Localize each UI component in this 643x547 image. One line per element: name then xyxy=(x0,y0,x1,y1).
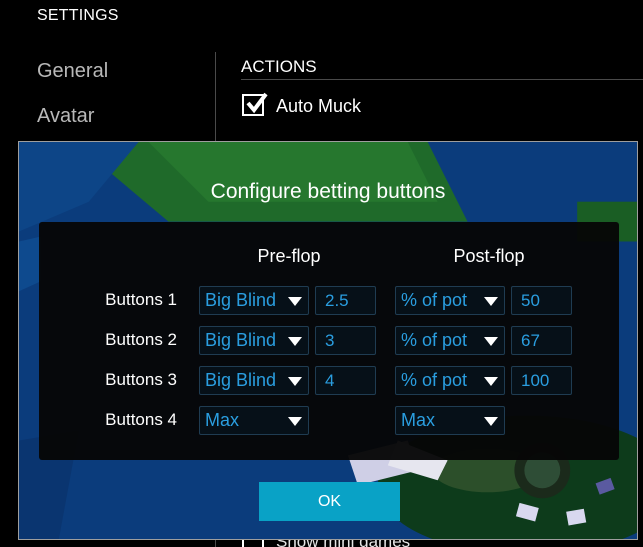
chevron-down-icon xyxy=(288,297,302,306)
select-value: % of pot xyxy=(401,370,468,390)
preflop-header: Pre-flop xyxy=(257,246,321,266)
chevron-down-icon xyxy=(288,337,302,346)
section-rule xyxy=(241,79,643,80)
row-label-buttons-2: Buttons 2 xyxy=(105,330,177,349)
chevron-down-icon xyxy=(484,377,498,386)
auto-muck-label: Auto Muck xyxy=(276,96,362,116)
postflop-type-select-4[interactable]: Max xyxy=(395,406,505,435)
select-value: Max xyxy=(401,410,436,430)
configure-betting-dialog: Configure betting buttons Pre-flop Post-… xyxy=(18,141,638,540)
select-value: Big Blind xyxy=(205,330,277,350)
betting-buttons-panel: Pre-flop Post-flop Buttons 1 Big Blind 2… xyxy=(39,222,619,460)
row-label-buttons-3: Buttons 3 xyxy=(105,370,177,389)
dialog-title: Configure betting buttons xyxy=(210,180,446,203)
preflop-value-input-1[interactable]: 2.5 xyxy=(315,286,376,315)
preflop-type-select-1[interactable]: Big Blind xyxy=(199,286,309,315)
chevron-down-icon xyxy=(484,417,498,426)
preflop-value-input-2[interactable]: 3 xyxy=(315,326,376,355)
preflop-type-select-3[interactable]: Big Blind xyxy=(199,366,309,395)
postflop-header: Post-flop xyxy=(453,246,525,266)
row-label-buttons-1: Buttons 1 xyxy=(105,290,177,309)
postflop-value-input-3[interactable]: 100 xyxy=(511,366,572,395)
auto-muck-checkbox[interactable] xyxy=(242,92,268,116)
preflop-type-select-4[interactable]: Max xyxy=(199,406,309,435)
preflop-value-input-3[interactable]: 4 xyxy=(315,366,376,395)
settings-title: SETTINGS xyxy=(37,7,119,24)
nav-item-general[interactable]: General xyxy=(37,60,108,83)
select-value: Big Blind xyxy=(205,370,277,390)
chevron-down-icon xyxy=(288,377,302,386)
select-value: % of pot xyxy=(401,290,468,310)
postflop-type-select-1[interactable]: % of pot xyxy=(395,286,505,315)
row-label-buttons-4: Buttons 4 xyxy=(105,410,177,429)
chevron-down-icon xyxy=(484,337,498,346)
nav-divider xyxy=(215,52,216,142)
ok-button[interactable]: OK xyxy=(259,482,400,521)
postflop-type-select-2[interactable]: % of pot xyxy=(395,326,505,355)
actions-section-title: ACTIONS xyxy=(241,57,317,76)
preflop-type-select-2[interactable]: Big Blind xyxy=(199,326,309,355)
chevron-down-icon xyxy=(484,297,498,306)
nav-divider-lower xyxy=(215,540,216,547)
postflop-value-input-2[interactable]: 67 xyxy=(511,326,572,355)
postflop-type-select-3[interactable]: % of pot xyxy=(395,366,505,395)
checkbox-checked-icon xyxy=(246,92,268,114)
chevron-down-icon xyxy=(288,417,302,426)
postflop-value-input-1[interactable]: 50 xyxy=(511,286,572,315)
select-value: Big Blind xyxy=(205,290,277,310)
select-value: Max xyxy=(205,410,240,430)
nav-item-avatar[interactable]: Avatar xyxy=(37,105,94,128)
select-value: % of pot xyxy=(401,330,468,350)
